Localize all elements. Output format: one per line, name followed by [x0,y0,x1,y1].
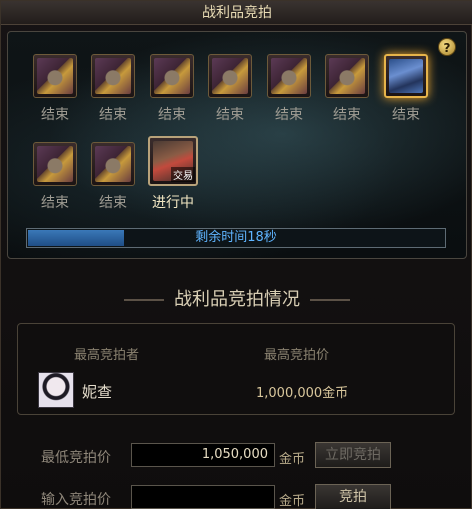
chest-icon [212,58,248,94]
item-status-label: 结束 [333,107,361,123]
loot-slot[interactable] [91,54,135,98]
time-remaining-text: 剩余时间18秒 [195,230,277,245]
item-status-label: 结束 [275,107,303,123]
chest-icon [95,146,131,182]
highest-bidder-header: 最高竞拍者 [74,348,140,363]
loot-item-4[interactable]: 结束 [205,54,255,124]
loot-slot[interactable] [33,54,77,98]
bidder-name: 妮查 [82,383,113,401]
loot-slot[interactable] [91,142,135,186]
loot-slot[interactable] [150,54,194,98]
chest-icon [154,58,190,94]
armor-icon [389,59,423,93]
ornament-right [310,299,350,301]
min-bid-field: 1,050,000 [131,443,275,467]
auction-status-heading: 战利品竞拍情况 [1,285,472,311]
help-icon[interactable]: ? [438,38,456,56]
item-status-label: 结束 [392,107,420,123]
item-status-label: 结束 [41,195,69,211]
chest-icon [329,58,365,94]
loot-slot[interactable] [33,142,77,186]
highest-price-header: 最高竞拍价 [264,348,330,363]
loot-item-8[interactable]: 结束 [30,142,80,212]
item-status-label: 结束 [99,195,127,211]
loot-item-3[interactable]: 结束 [147,54,197,124]
loot-slot-selected[interactable] [384,54,428,98]
highest-bid-panel: 最高竞拍者 最高竞拍价 妮查 1,000,000金币 [17,323,455,415]
item-status-label: 结束 [158,107,186,123]
loot-slot[interactable] [267,54,311,98]
loot-item-6[interactable]: 结束 [322,54,372,124]
chest-icon [37,58,73,94]
loot-item-9[interactable]: 结束 [88,142,138,212]
bid-input-field[interactable] [131,485,275,509]
loot-item-10[interactable]: 交易 进行中 [145,136,201,212]
auction-status-title: 战利品竞拍情况 [174,289,300,310]
instant-bid-button[interactable]: 立即竞拍 [315,442,391,468]
item-status-label: 结束 [216,107,244,123]
time-remaining-bar: 剩余时间18秒 [26,228,446,248]
loot-auction-window: 战利品竞拍 ? 结束 结束 结束 结束 结束 结束 结束 结束 结束 交易 进行… [0,0,472,509]
chest-icon [95,58,131,94]
input-bid-label: 输入竞拍价 [41,492,111,508]
bidder-price: 1,000,000金币 [256,386,349,401]
loot-item-7[interactable]: 结束 [381,54,431,124]
loot-item-1[interactable]: 结束 [30,54,80,124]
min-bid-label: 最低竞拍价 [41,450,111,466]
item-panel: ? 结束 结束 结束 结束 结束 结束 结束 结束 结束 交易 进行中 剩余时间… [7,31,467,259]
trade-tag: 交易 [171,167,195,182]
ornament-left [124,299,164,301]
min-bid-unit: 金币 [279,452,306,467]
item-status-label: 结束 [41,107,69,123]
chest-icon [271,58,307,94]
window-title: 战利品竞拍 [1,1,472,25]
chest-icon [37,146,73,182]
input-bid-unit: 金币 [279,494,306,509]
item-status-label: 结束 [99,107,127,123]
bidder-avatar [38,372,74,408]
loot-item-5[interactable]: 结束 [264,54,314,124]
loot-slot-active[interactable]: 交易 [148,136,198,186]
loot-item-2[interactable]: 结束 [88,54,138,124]
loot-slot[interactable] [325,54,369,98]
bid-button[interactable]: 竞拍 [315,484,391,509]
loot-slot[interactable] [208,54,252,98]
item-status-label: 进行中 [152,195,194,211]
